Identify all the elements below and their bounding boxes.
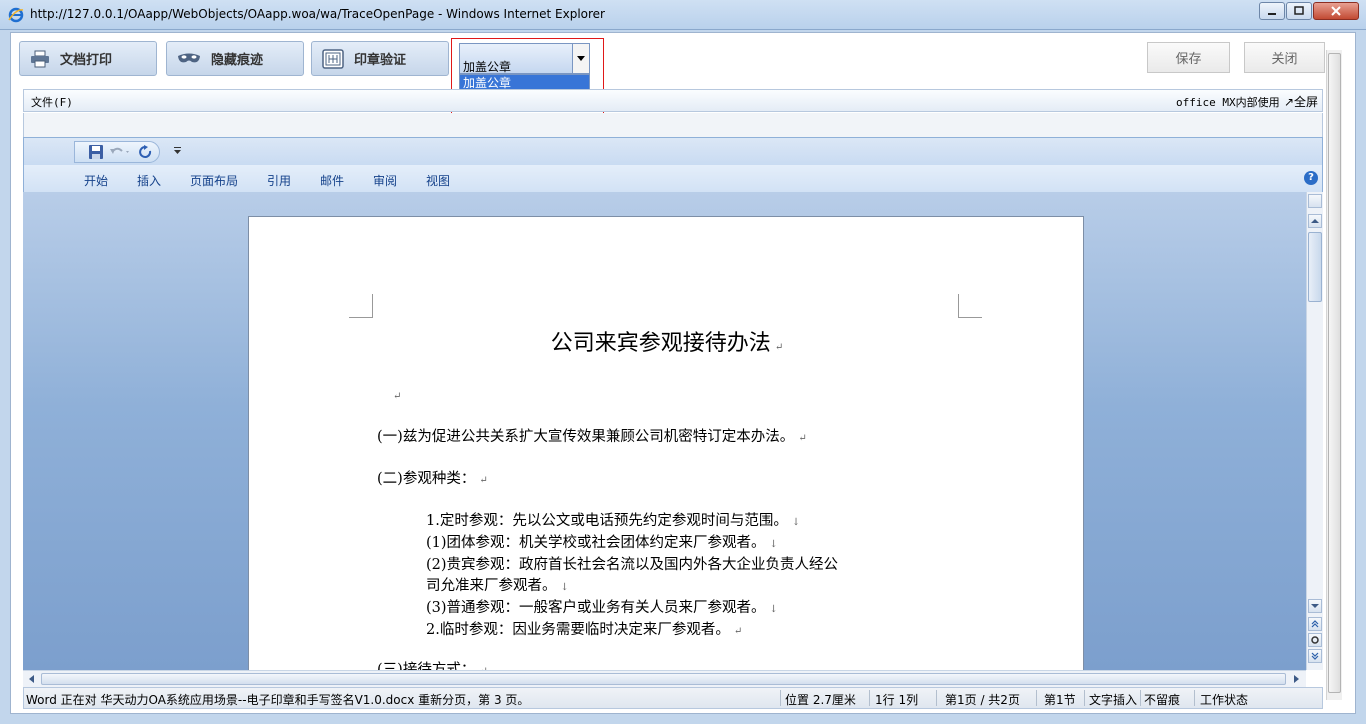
arrow-up-icon <box>1311 219 1319 223</box>
file-menu[interactable]: 文件(F) <box>31 94 73 110</box>
next-page-button[interactable] <box>1308 649 1322 663</box>
window-title: http://127.0.0.1/OAapp/WebObjects/OAapp.… <box>30 7 605 21</box>
window-titlebar: http://127.0.0.1/OAapp/WebObjects/OAapp.… <box>0 0 1366 30</box>
status-insert-mode[interactable]: 文字插入 <box>1089 691 1137 708</box>
document-horizontal-scrollbar[interactable] <box>23 670 1306 687</box>
document-line: (2)贵宾参观：政府首长社会名流以及国内外各大企业负责人经公 <box>426 557 839 573</box>
printer-icon <box>31 50 49 67</box>
document-page[interactable]: 公司来宾参观接待办法 ↵ ↵ (一)兹为促进公共关系扩大宣传效果兼顾公司机密特订定… <box>248 216 1084 670</box>
margin-corner-mark <box>349 294 373 318</box>
office-menubar: 文件(F) office MX内部使用 ↗全屏 <box>23 89 1323 112</box>
ruler-toggle-button[interactable] <box>1308 194 1322 208</box>
client-area: 文档打印 隐藏痕迹 印章验证 加盖公章 加盖公章 公章 保存 关闭 文件(F) … <box>10 32 1356 714</box>
document-line: (1)团体参观：机关学校或社会团体约定来厂参观者。 ↓ <box>426 535 778 551</box>
dropdown-arrow-button[interactable] <box>572 44 589 73</box>
office-internal-label: office MX内部使用 <box>1176 96 1280 109</box>
page-scroll-thumb[interactable] <box>1328 53 1341 693</box>
status-line-col: 1行 1列 <box>875 693 919 707</box>
tab-home[interactable]: 开始 <box>84 172 108 189</box>
minimize-button[interactable] <box>1259 2 1285 20</box>
document-viewport: 公司来宾参观接待办法 ↵ ↵ (一)兹为促进公共关系扩大宣传效果兼顾公司机密特订定… <box>23 192 1306 670</box>
scroll-down-button[interactable] <box>1308 599 1322 613</box>
scroll-thumb[interactable] <box>1308 232 1322 302</box>
browse-object-icon <box>1311 636 1319 644</box>
double-arrow-down-icon <box>1311 652 1319 660</box>
hide-traces-button[interactable]: 隐藏痕迹 <box>166 41 304 76</box>
margin-corner-mark <box>958 294 982 318</box>
save-icon[interactable] <box>89 145 103 159</box>
document-title: 公司来宾参观接待办法 ↵ <box>550 331 784 356</box>
help-icon[interactable]: ? <box>1304 171 1318 185</box>
tab-view[interactable]: 视图 <box>426 172 450 189</box>
status-work-state: 工作状态 <box>1200 693 1249 707</box>
tab-references[interactable]: 引用 <box>267 172 291 189</box>
ie-icon <box>8 7 24 23</box>
maximize-icon <box>1294 6 1304 15</box>
document-line: 1.定时参观：先以公文或电话预先约定参观时间与范围。 ↓ <box>426 513 801 529</box>
seal-icon <box>322 48 344 69</box>
status-message: Word 正在对 华天动力OA系统应用场景--电子印章和手写签名V1.0.doc… <box>26 693 530 707</box>
status-divider <box>780 690 781 706</box>
print-label: 文档打印 <box>60 53 113 68</box>
document-line: (一)兹为促进公共关系扩大宣传效果兼顾公司机密特订定本办法。 ↵ <box>377 429 807 445</box>
chevron-down-icon <box>577 56 585 61</box>
seal-type-value: 加盖公章 <box>463 60 512 74</box>
document-line: 2.临时参观：因业务需要临时决定来厂参观者。 ↵ <box>426 622 743 638</box>
arrow-right-icon[interactable] <box>1291 674 1301 684</box>
quick-access-pill <box>74 141 160 163</box>
document-line: (3)普通参观：一般客户或业务有关人员来厂参观者。 ↓ <box>426 600 778 616</box>
close-button[interactable]: 关闭 <box>1244 42 1325 73</box>
mask-icon <box>178 53 200 62</box>
document-line: 司允准来厂参观者。 ↓ <box>426 578 569 594</box>
scroll-up-button[interactable] <box>1308 214 1322 228</box>
status-divider <box>1194 690 1195 706</box>
minimize-icon <box>1268 13 1276 15</box>
status-page: 第1页 / 共2页 <box>945 693 1020 707</box>
status-section: 第1节 <box>1044 693 1076 707</box>
redo-icon[interactable] <box>139 145 153 159</box>
paragraph-mark: ↵ <box>393 391 402 402</box>
status-track[interactable]: 不留痕 <box>1144 691 1180 708</box>
document-line: (三)接待方式：↵ <box>377 662 488 670</box>
ribbon-tabs: 开始 插入 页面布局 引用 邮件 审阅 视图 ? <box>23 165 1323 192</box>
save-button[interactable]: 保存 <box>1147 42 1230 73</box>
print-button[interactable]: 文档打印 <box>19 41 157 76</box>
seal-type-select[interactable]: 加盖公章 <box>459 43 590 74</box>
maximize-button[interactable] <box>1286 2 1312 20</box>
arrow-left-icon[interactable] <box>27 674 37 684</box>
status-divider <box>1036 690 1037 706</box>
fullscreen-button[interactable]: ↗全屏 <box>1284 93 1318 110</box>
tab-page-layout[interactable]: 页面布局 <box>190 172 238 189</box>
status-divider <box>1140 690 1141 706</box>
undo-icon[interactable] <box>109 146 131 158</box>
document-line: (二)参观种类： ↵ <box>377 471 488 487</box>
select-browse-object-button[interactable] <box>1308 633 1322 647</box>
seal-verify-label: 印章验证 <box>354 53 407 68</box>
close-window-button[interactable] <box>1313 2 1359 20</box>
status-divider <box>1084 690 1085 706</box>
arrow-down-icon <box>1311 604 1319 608</box>
ribbon-spacer <box>23 113 1323 137</box>
tab-review[interactable]: 审阅 <box>373 172 397 189</box>
status-divider <box>869 690 870 706</box>
double-arrow-up-icon <box>1311 620 1319 628</box>
customize-qat-icon[interactable] <box>174 147 182 155</box>
horizontal-scroll-thumb[interactable] <box>41 673 1286 685</box>
quick-access-toolbar <box>23 137 1323 165</box>
hide-traces-label: 隐藏痕迹 <box>211 53 264 68</box>
close-icon <box>1331 6 1341 16</box>
word-statusbar: Word 正在对 华天动力OA系统应用场景--电子印章和手写签名V1.0.doc… <box>23 687 1323 709</box>
previous-page-button[interactable] <box>1308 617 1322 631</box>
status-position: 位置 2.7厘米 <box>785 693 856 707</box>
page-vertical-scrollbar[interactable] <box>1326 50 1342 700</box>
tab-insert[interactable]: 插入 <box>137 172 161 189</box>
status-divider <box>936 690 937 706</box>
seal-verify-button[interactable]: 印章验证 <box>311 41 449 76</box>
document-vertical-scrollbar[interactable] <box>1306 192 1323 670</box>
tab-mailings[interactable]: 邮件 <box>320 172 344 189</box>
